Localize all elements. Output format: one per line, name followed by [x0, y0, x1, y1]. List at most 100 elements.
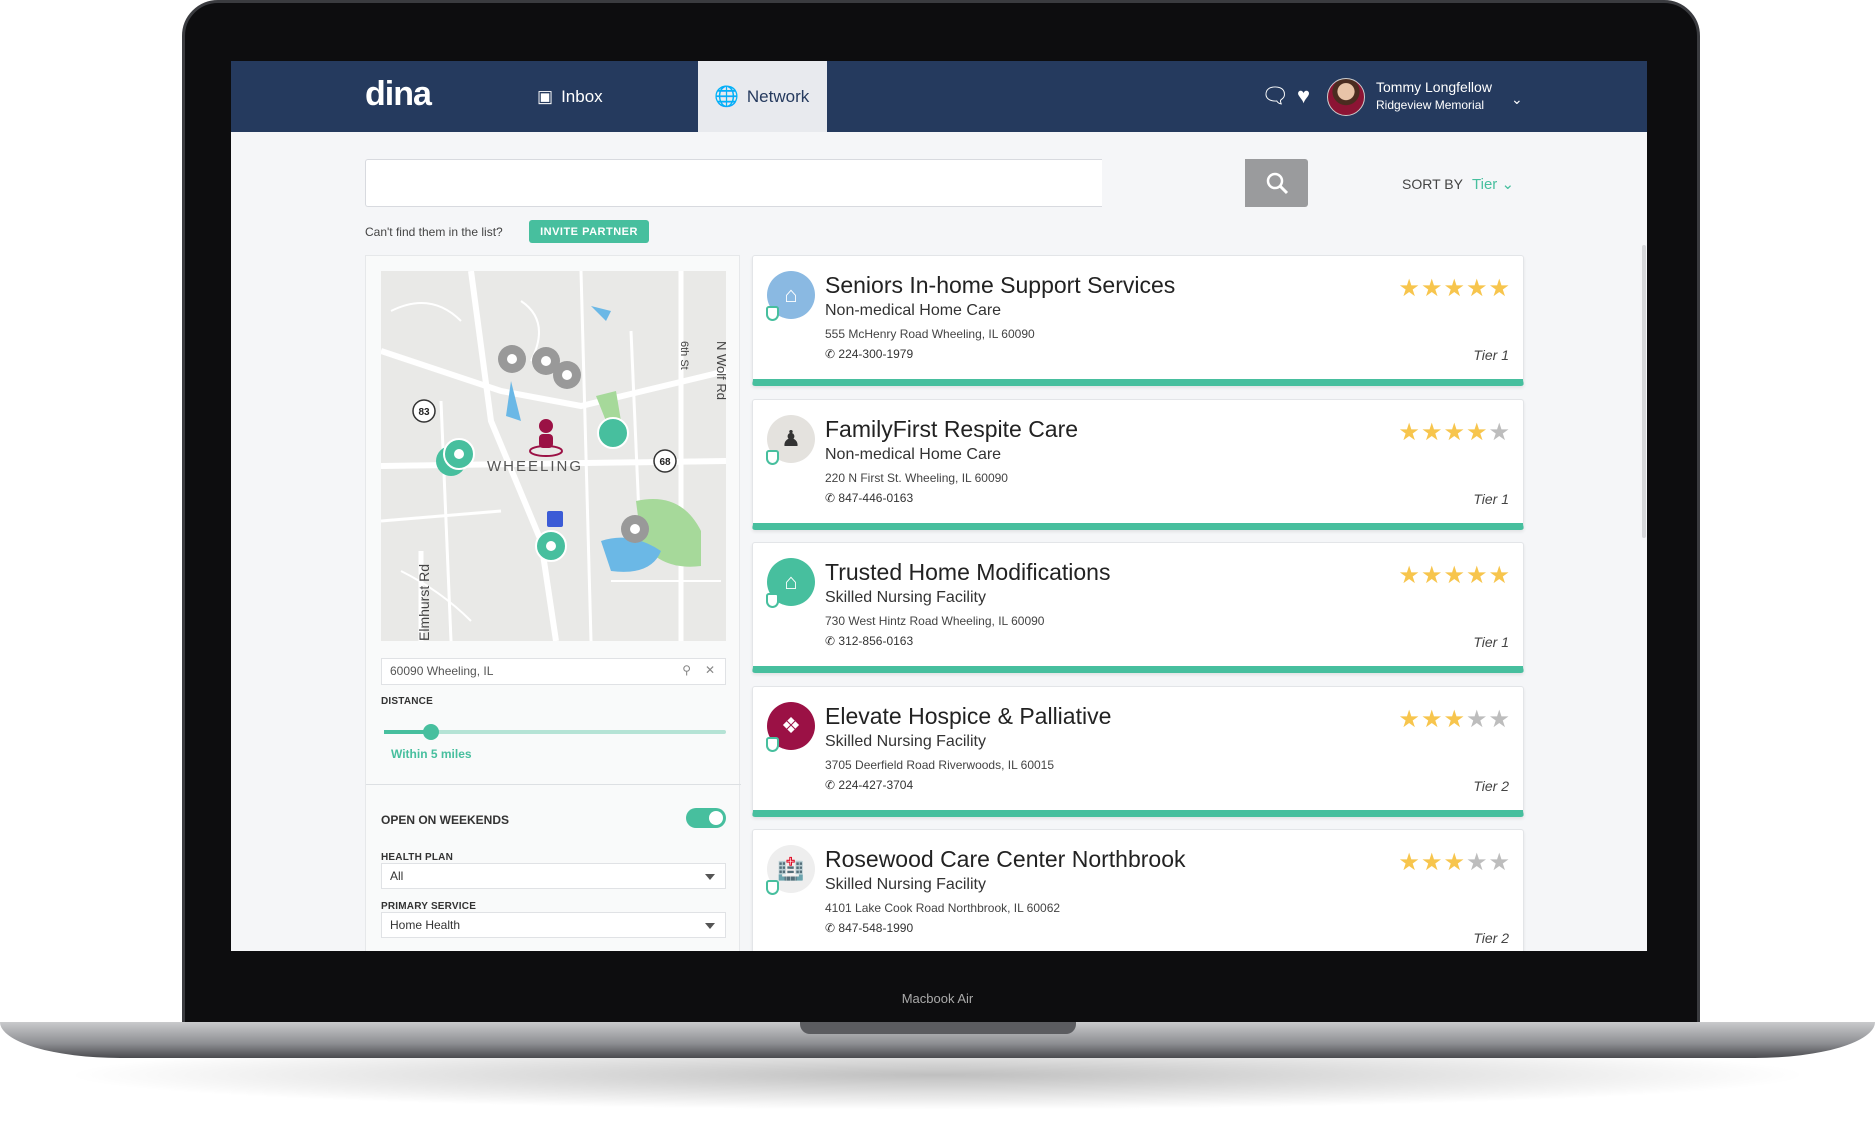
- shield-icon: [766, 306, 779, 321]
- star-icon: ★: [1398, 275, 1421, 302]
- rating-stars: ★★★★★: [1398, 561, 1511, 590]
- provider-phone: ✆ 847-548-1990: [825, 921, 913, 935]
- map-label: WHEELING: [487, 458, 583, 475]
- map-label: 68: [659, 457, 671, 468]
- star-icon: ★: [1420, 418, 1444, 446]
- phone-icon: ✆: [825, 921, 836, 935]
- provider-name[interactable]: Trusted Home Modifications: [825, 559, 1110, 586]
- star-icon: ★: [1488, 849, 1511, 876]
- tab-network[interactable]: 🌐 Network: [698, 61, 827, 132]
- provider-type: Skilled Nursing Facility: [825, 876, 986, 893]
- provider-card[interactable]: 🏥 Rosewood Care Center Northbrook Skille…: [752, 829, 1524, 951]
- star-icon: ★: [1398, 705, 1421, 733]
- tier-label: Tier 1: [1473, 347, 1509, 363]
- tier-label: Tier 1: [1473, 634, 1509, 650]
- close-icon[interactable]: ✕: [705, 663, 715, 677]
- star-icon: ★: [1443, 418, 1466, 446]
- distance-value: Within 5 miles: [391, 747, 472, 761]
- device-label: Macbook Air: [901, 991, 974, 1006]
- heart-pulse-icon[interactable]: ♥: [1297, 83, 1310, 109]
- phone-icon: ✆: [825, 634, 836, 648]
- chevron-down-icon[interactable]: ⌄: [1511, 91, 1523, 108]
- user-org[interactable]: Ridgeview Memorial: [1376, 98, 1484, 112]
- phone-icon: ✆: [825, 777, 836, 792]
- star-icon: ★: [1488, 275, 1511, 302]
- phone-number: 224-427-3704: [838, 777, 914, 792]
- health-plan-label: HEALTH PLAN: [381, 852, 454, 863]
- distance-slider-handle[interactable]: [423, 724, 439, 740]
- caret-down-icon: [705, 874, 715, 885]
- phone-icon: ✆: [825, 347, 836, 361]
- star-icon: ★: [1398, 562, 1421, 589]
- rating-stars: ★★★★★: [1398, 705, 1511, 734]
- logo[interactable]: dina: [365, 75, 432, 114]
- map-label: Elmhurst Rd: [416, 564, 432, 641]
- caret-down-icon: [705, 923, 715, 934]
- shield-icon: [766, 736, 779, 752]
- provider-card[interactable]: ⌂ Seniors In-home Support Services Non-m…: [752, 255, 1524, 386]
- sort-dropdown[interactable]: Tier ⌄: [1472, 175, 1514, 193]
- provider-phone: ✆ 224-427-3704: [825, 778, 913, 792]
- app-screen: dina ▣ Inbox 🌐 Network 🗨 ♥ Tommy Longfello…: [231, 61, 1647, 951]
- invite-partner-button[interactable]: INVITE PARTNER: [529, 220, 649, 243]
- provider-type: Skilled Nursing Facility: [825, 589, 986, 606]
- provider-address: 730 West Hintz Road Wheeling, IL 60090: [825, 614, 1045, 628]
- health-plan-select[interactable]: All: [381, 863, 726, 889]
- star-icon: ★: [1398, 418, 1421, 446]
- inbox-icon: ▣: [537, 86, 554, 106]
- provider-name[interactable]: Seniors In-home Support Services: [825, 272, 1175, 299]
- provider-address: 555 McHenry Road Wheeling, IL 60090: [825, 327, 1035, 341]
- map[interactable]: 83 68 WHEELING N Wolf Rd 6th St Elmhurst…: [381, 271, 726, 641]
- search-button[interactable]: [1245, 159, 1308, 207]
- scrollbar[interactable]: [1642, 245, 1646, 538]
- provider-name[interactable]: Rosewood Care Center Northbrook: [825, 846, 1186, 873]
- star-icon: ★: [1420, 275, 1444, 302]
- avatar[interactable]: [1327, 78, 1365, 116]
- shield-icon: [766, 449, 779, 465]
- location-input[interactable]: 60090 Wheeling, IL ⚲ ✕: [381, 658, 726, 685]
- provider-card[interactable]: ⌂ Trusted Home Modifications Skilled Nur…: [752, 542, 1524, 673]
- provider-type: Non-medical Home Care: [825, 445, 1002, 463]
- phone-number: 847-446-0163: [838, 490, 914, 505]
- provider-phone: ✆ 312-856-0163: [825, 634, 913, 648]
- phone-number: 847-548-1990: [838, 921, 914, 935]
- tab-inbox[interactable]: ▣ Inbox: [521, 61, 619, 132]
- provider-name[interactable]: FamilyFirst Respite Care: [825, 416, 1078, 443]
- rating-stars: ★★★★★: [1398, 848, 1511, 877]
- top-nav: dina ▣ Inbox 🌐 Network 🗨 ♥ Tommy Longfello…: [231, 61, 1647, 132]
- divider: [366, 784, 741, 785]
- distance-label: DISTANCE: [381, 696, 433, 707]
- location-value: 60090 Wheeling, IL: [390, 664, 494, 678]
- provider-address: 220 N First St. Wheeling, IL 60090: [825, 470, 1008, 485]
- provider-phone: ✆ 224-300-1979: [825, 347, 913, 361]
- search-input[interactable]: [365, 159, 1102, 207]
- weekends-label: OPEN ON WEEKENDS: [381, 813, 510, 827]
- globe-icon: 🌐: [714, 86, 739, 108]
- user-name[interactable]: Tommy Longfellow: [1376, 79, 1492, 95]
- provider-phone: ✆ 847-446-0163: [825, 491, 913, 505]
- tier-label: Tier 1: [1473, 490, 1509, 507]
- provider-card[interactable]: ❖ Elevate Hospice & Palliative Skilled N…: [752, 685, 1524, 817]
- phone-number: 312-856-0163: [838, 634, 914, 648]
- star-icon: ★: [1398, 849, 1421, 876]
- filter-panel: 83 68 WHEELING N Wolf Rd 6th St Elmhurst…: [365, 255, 741, 951]
- map-label: 6th St: [678, 341, 690, 370]
- map-label: 83: [418, 407, 430, 418]
- provider-name[interactable]: Elevate Hospice & Palliative: [825, 703, 1111, 730]
- sort-value: Tier: [1472, 176, 1498, 193]
- provider-type: Non-medical Home Care: [825, 302, 1002, 319]
- provider-card[interactable]: ♟ FamilyFirst Respite Care Non-medical H…: [752, 398, 1524, 530]
- tier-label: Tier 2: [1473, 930, 1509, 946]
- rating-stars: ★★★★★: [1398, 274, 1511, 303]
- primary-service-value: Home Health: [390, 918, 461, 932]
- star-icon: ★: [1420, 562, 1444, 589]
- chat-icon[interactable]: 🗨: [1261, 83, 1289, 109]
- search-icon: [1266, 172, 1288, 195]
- laptop-notch: [800, 1022, 1076, 1034]
- weekends-toggle[interactable]: [686, 808, 726, 828]
- primary-service-select[interactable]: Home Health: [381, 912, 726, 938]
- sort-label: SORT BY: [1402, 176, 1463, 192]
- star-icon: ★: [1488, 562, 1511, 589]
- invite-prompt: Can't find them in the list?: [365, 225, 503, 239]
- search-icon[interactable]: ⚲: [682, 663, 691, 677]
